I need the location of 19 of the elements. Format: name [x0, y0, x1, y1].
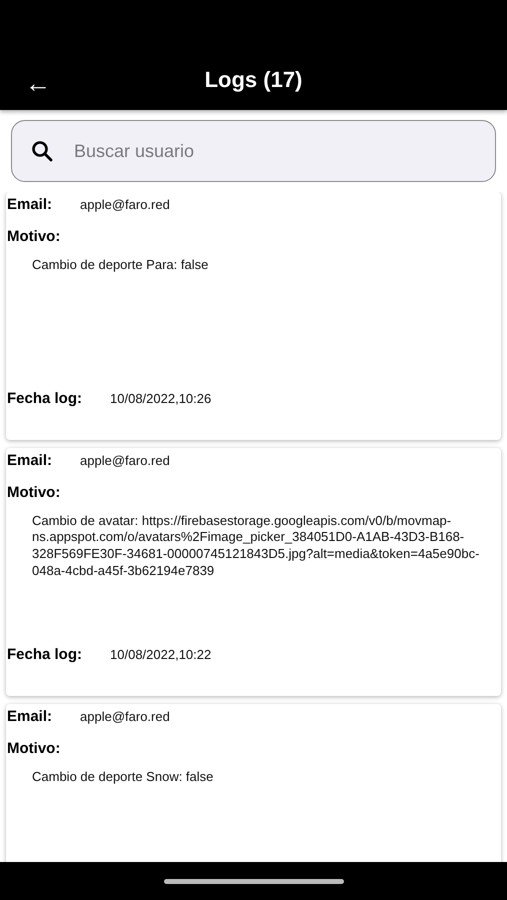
motivo-label: Motivo:: [7, 740, 60, 756]
motivo-label: Motivo:: [7, 484, 60, 500]
date-value: 10/08/2022,10:22: [110, 646, 212, 664]
motivo-text: Cambio de deporte Snow: false: [32, 768, 214, 786]
email-value: apple@faro.red: [80, 196, 170, 214]
date-value: 10/08/2022,10:26: [110, 390, 212, 408]
date-label: Fecha log:: [7, 388, 82, 408]
date-label: Fecha log:: [7, 644, 82, 664]
back-button[interactable]: ←: [22, 70, 54, 96]
email-label: Email:: [7, 195, 52, 215]
email-value: apple@faro.red: [80, 708, 170, 726]
motivo-text: Cambio de deporte Para: false: [32, 256, 210, 274]
email-label: Email:: [7, 707, 52, 727]
motivo-text: Cambio de avatar: https://firebasestorage.googleapis.com/v0/b/movmap-ns.appspot.com/o/avatars%2Fimage_picker_384051D0-A1AB-43D3-B168-328F569FE30F-34681-00000745121843D5.jpg?alt=media&token=4a5e90bc-048a-4cbd-a45f-3b62194e7839: [32, 512, 480, 580]
search-field[interactable]: Buscar usuario: [11, 120, 496, 182]
page-title: Logs (17): [204, 66, 304, 94]
motivo-label: Motivo:: [7, 228, 60, 244]
email-value: apple@faro.red: [80, 452, 170, 470]
email-label: Email:: [7, 451, 52, 471]
